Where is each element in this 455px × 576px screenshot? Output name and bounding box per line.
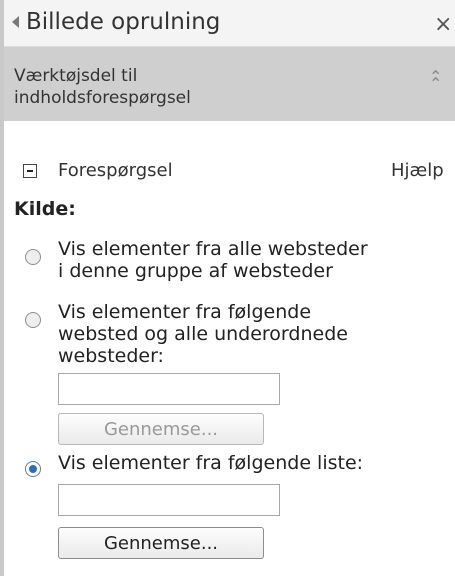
radio-list[interactable] bbox=[25, 461, 41, 477]
section-label: Værktøjsdel til indholdsforespørgsel bbox=[14, 65, 191, 109]
radio-site-and-subsites-label[interactable]: Vis elementer fra følgende websted og al… bbox=[58, 301, 348, 367]
section-label-line-2: indholdsforespørgsel bbox=[14, 88, 191, 108]
browse-list-button[interactable]: Gennemse... bbox=[58, 527, 264, 559]
collapse-group-toggle[interactable] bbox=[23, 164, 37, 178]
radio-list-label[interactable]: Vis elementer fra følgende liste: bbox=[58, 452, 363, 474]
help-link[interactable]: Hjælp bbox=[391, 160, 444, 181]
chevron-up-icon[interactable]: ⌃ ⌃ bbox=[429, 69, 442, 92]
webpart-section-header[interactable]: Værktøjsdel til indholdsforespørgsel ⌃ ⌃ bbox=[4, 47, 455, 121]
group-label-query: Forespørgsel bbox=[58, 160, 173, 181]
site-url-input[interactable] bbox=[58, 373, 280, 405]
label-line: websted og alle underordnede bbox=[58, 323, 348, 345]
close-icon[interactable]: × bbox=[434, 12, 452, 37]
browse-site-button[interactable]: Gennemse... bbox=[58, 413, 264, 445]
label-line: websteder: bbox=[58, 345, 164, 367]
list-url-input[interactable] bbox=[58, 484, 280, 516]
radio-all-sites[interactable] bbox=[25, 249, 41, 265]
label-line: i denne gruppe af websteder bbox=[58, 260, 333, 282]
tool-pane: Billede oprulning × Værktøjsdel til indh… bbox=[4, 0, 455, 576]
radio-all-sites-label[interactable]: Vis elementer fra alle websteder i denne… bbox=[58, 238, 368, 282]
section-label-line-1: Værktøjsdel til bbox=[14, 66, 138, 86]
triangle-left-icon[interactable] bbox=[12, 16, 19, 28]
label-line: Vis elementer fra følgende bbox=[58, 301, 312, 323]
pane-title: Billede oprulning bbox=[26, 9, 221, 35]
chevron-up-icon-bottom: ⌃ bbox=[429, 74, 443, 93]
source-heading: Kilde: bbox=[14, 198, 76, 220]
label-line: Vis elementer fra følgende liste: bbox=[58, 452, 364, 474]
pane-header: Billede oprulning × bbox=[4, 0, 455, 47]
label-line: Vis elementer fra alle websteder bbox=[58, 238, 368, 260]
radio-site-and-subsites[interactable] bbox=[25, 312, 41, 328]
